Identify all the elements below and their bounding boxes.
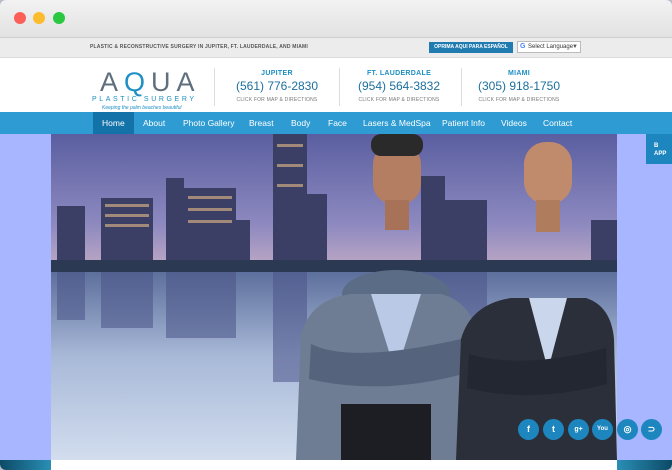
twitter-icon[interactable]: t (543, 419, 564, 440)
aqua-logo[interactable]: AQUA PLASTIC SURGERY Keeping the palm be… (90, 66, 202, 111)
google-icon: G (520, 43, 526, 50)
main-navigation: Home About Photo Gallery Breast Body Fac… (0, 112, 672, 134)
side-tab-line2: APP (654, 151, 667, 157)
side-tab-line1: B (654, 143, 659, 149)
nav-face[interactable]: Face (328, 112, 347, 134)
location-city: JUPITER (261, 70, 293, 77)
minimize-window-button[interactable] (33, 12, 45, 24)
bottom-decor-right (617, 460, 672, 470)
language-select-label: Select Language (528, 44, 574, 50)
utility-bar: PLASTIC & RECONSTRUCTIVE SURGERY IN JUPI… (0, 38, 672, 58)
nav-body[interactable]: Body (291, 112, 310, 134)
site-header: AQUA PLASTIC SURGERY Keeping the palm be… (0, 58, 672, 112)
logo-slogan: Keeping the palm beaches beautiful (102, 105, 182, 111)
divider (339, 68, 340, 106)
nav-home[interactable]: Home (93, 112, 134, 134)
nav-breast[interactable]: Breast (249, 112, 274, 134)
location-directions-link[interactable]: CLICK FOR MAP & DIRECTIONS (222, 97, 332, 103)
maximize-window-button[interactable] (53, 12, 65, 24)
close-window-button[interactable] (14, 12, 26, 24)
bottom-decor-left (0, 460, 51, 470)
language-select[interactable]: G Select Language ▼ (517, 41, 581, 53)
location-directions-link[interactable]: CLICK FOR MAP & DIRECTIONS (344, 97, 454, 103)
divider (461, 68, 462, 106)
location-phone[interactable]: (954) 564-3832 (344, 79, 454, 93)
nav-contact[interactable]: Contact (543, 112, 572, 134)
divider (214, 68, 215, 106)
browser-window: PLASTIC & RECONSTRUCTIVE SURGERY IN JUPI… (0, 0, 672, 470)
site-tagline: PLASTIC & RECONSTRUCTIVE SURGERY IN JUPI… (90, 44, 308, 50)
google-plus-icon[interactable]: g+ (568, 419, 589, 440)
miami-skyline-image (51, 134, 617, 460)
location-phone[interactable]: (561) 776-2830 (222, 79, 332, 93)
nav-photo-gallery[interactable]: Photo Gallery (183, 112, 235, 134)
youtube-icon[interactable]: You (592, 419, 613, 440)
logo-wordmark: AQUA (100, 67, 201, 97)
browser-titlebar (0, 0, 672, 38)
location-jupiter[interactable]: JUPITER (561) 776-2830 CLICK FOR MAP & D… (222, 70, 332, 103)
logo-subtitle: PLASTIC SURGERY (92, 96, 197, 103)
chevron-down-icon: ▼ (572, 44, 578, 50)
spanish-language-button[interactable]: OPRIMA AQUI PARA ESPAÑOL (429, 42, 513, 53)
location-directions-link[interactable]: CLICK FOR MAP & DIRECTIONS (464, 97, 574, 103)
location-ft-lauderdale[interactable]: FT. LAUDERDALE (954) 564-3832 CLICK FOR … (344, 70, 454, 103)
bottom-strip (0, 460, 672, 470)
location-miami[interactable]: MIAMI (305) 918-1750 CLICK FOR MAP & DIR… (464, 70, 574, 103)
rss-icon[interactable]: ⊃ (641, 419, 662, 440)
facebook-icon[interactable]: f (518, 419, 539, 440)
nav-about[interactable]: About (143, 112, 165, 134)
nav-patient-info[interactable]: Patient Info (442, 112, 485, 134)
book-appointment-tab[interactable]: B APP (646, 134, 672, 164)
location-phone[interactable]: (305) 918-1750 (464, 79, 574, 93)
nav-lasers-medspa[interactable]: Lasers & MedSpa (363, 112, 431, 134)
hero-banner (51, 134, 617, 460)
location-city: FT. LAUDERDALE (366, 70, 432, 77)
nav-videos[interactable]: Videos (501, 112, 527, 134)
location-city: MIAMI (507, 70, 531, 77)
instagram-icon[interactable]: ◎ (617, 419, 638, 440)
